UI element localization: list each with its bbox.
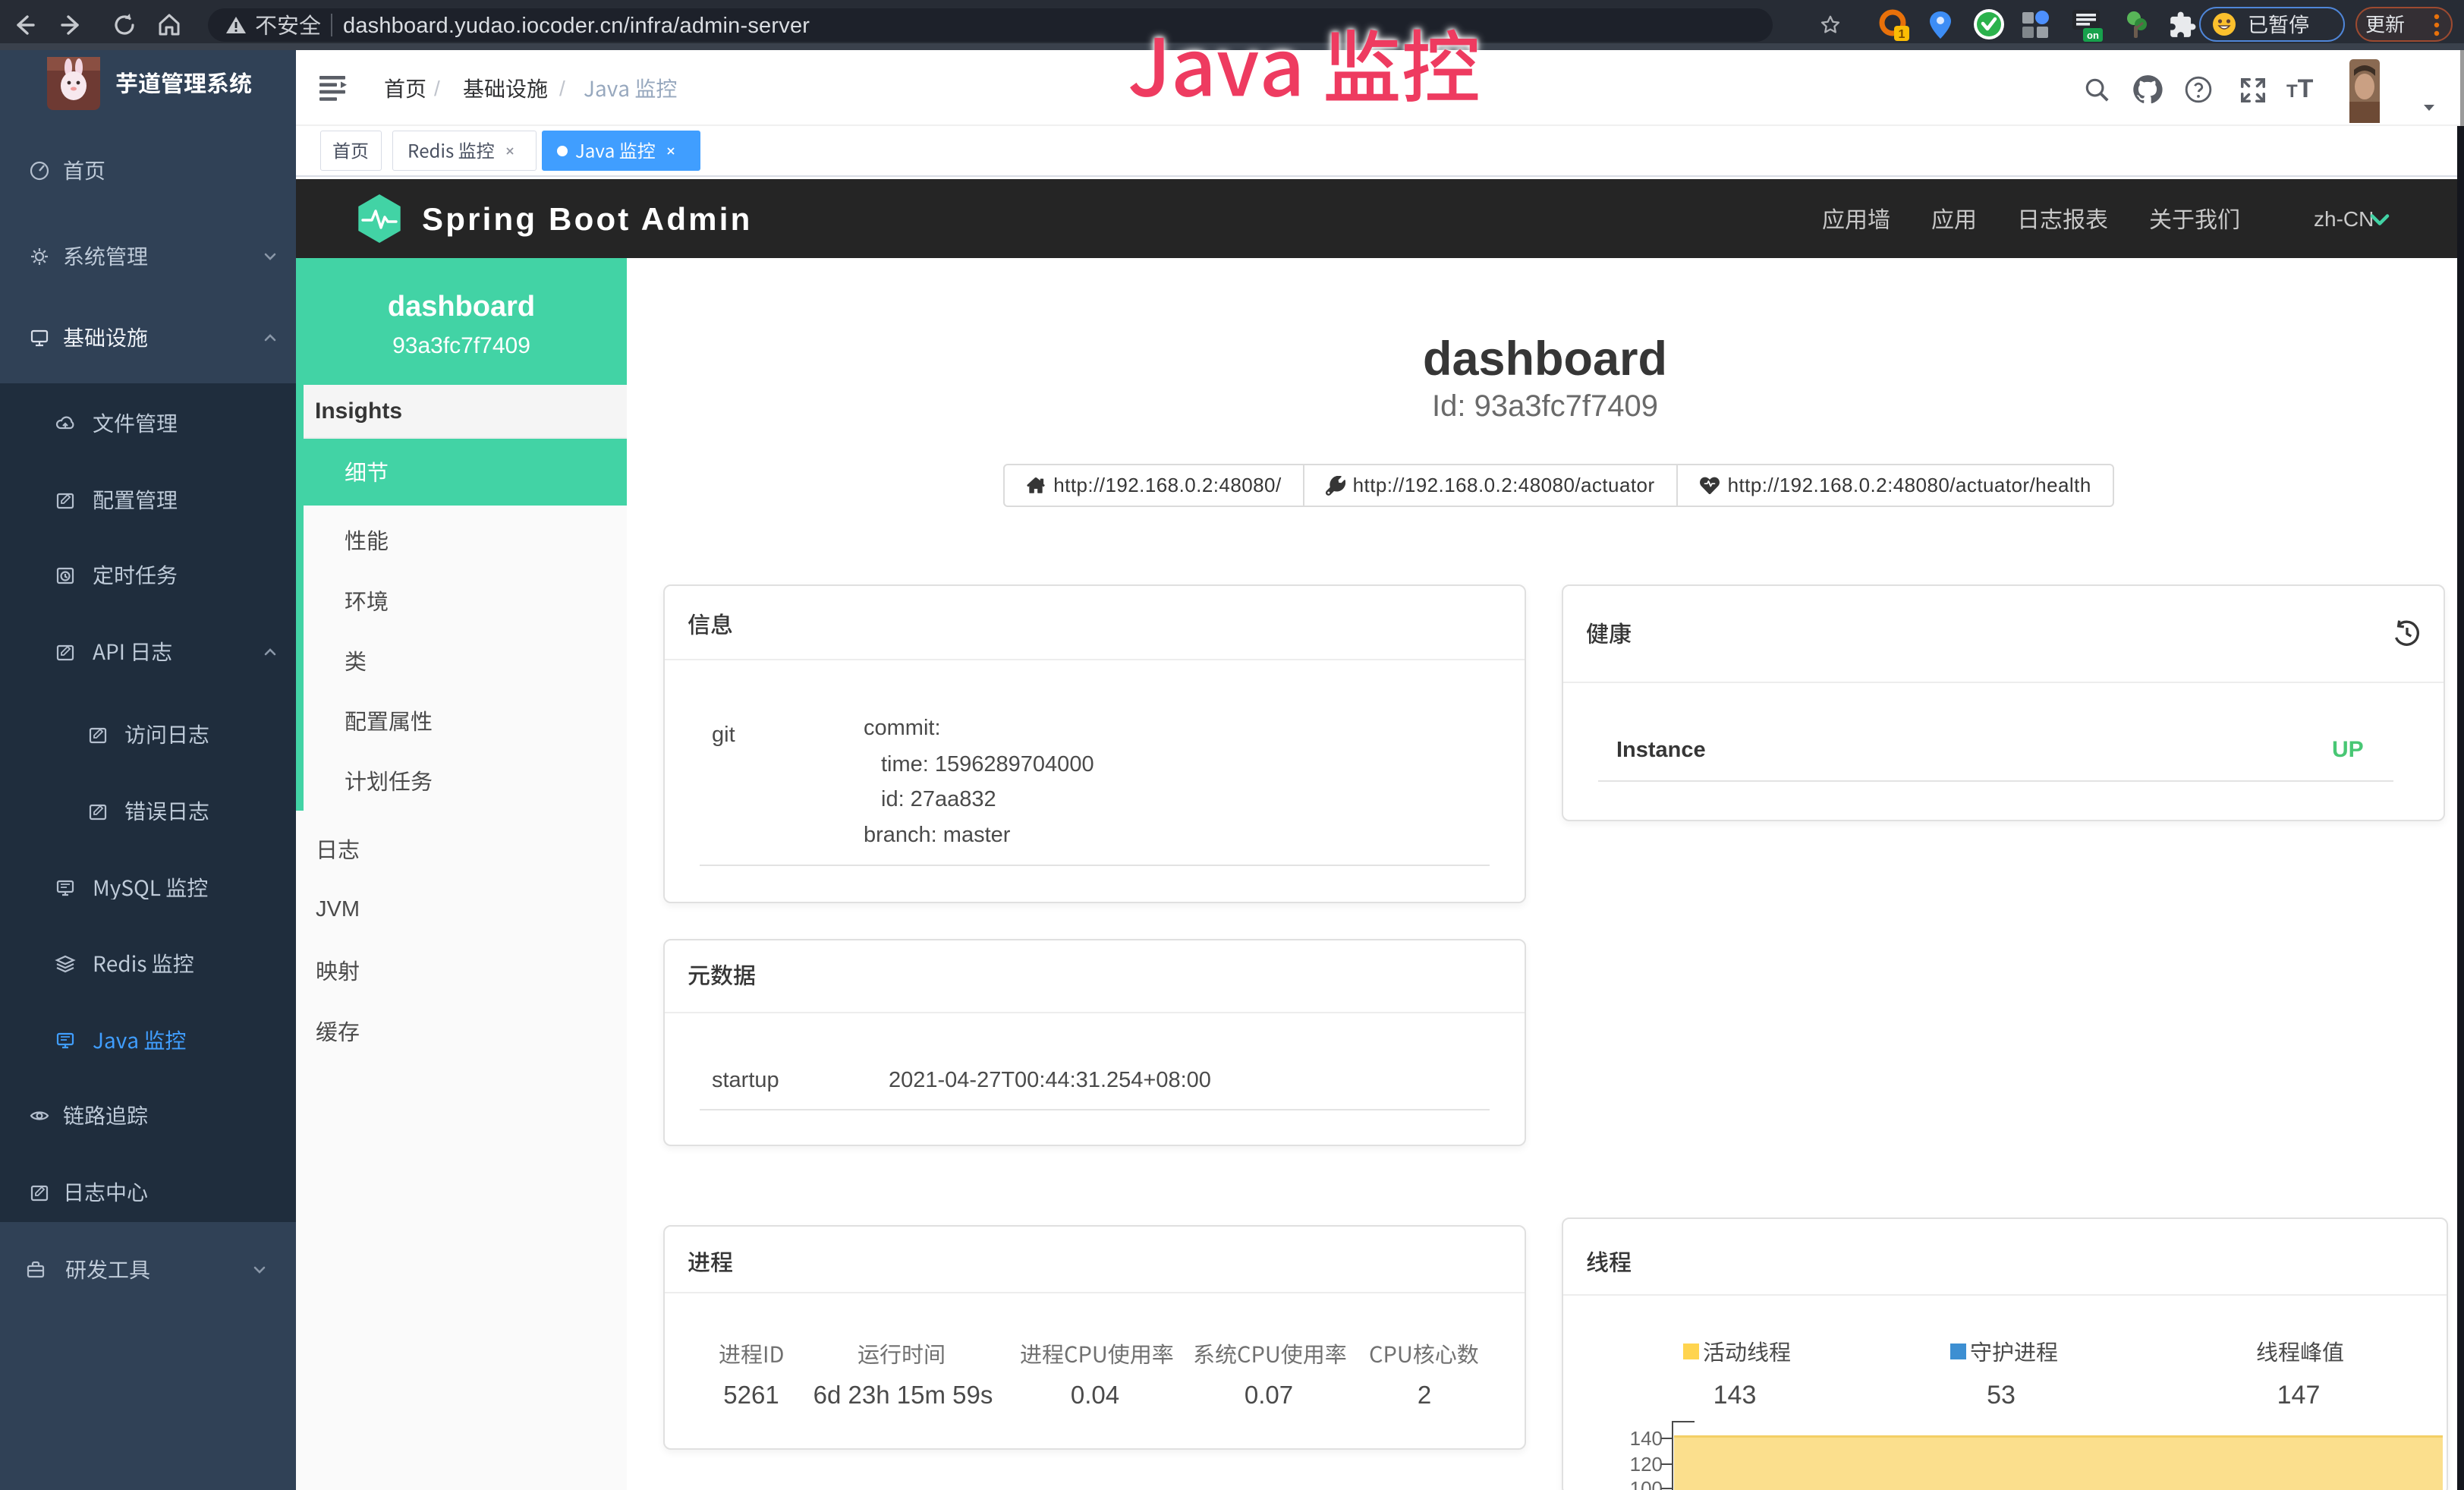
svg-text:on: on (2087, 30, 2099, 41)
svg-text:1: 1 (1899, 28, 1905, 41)
